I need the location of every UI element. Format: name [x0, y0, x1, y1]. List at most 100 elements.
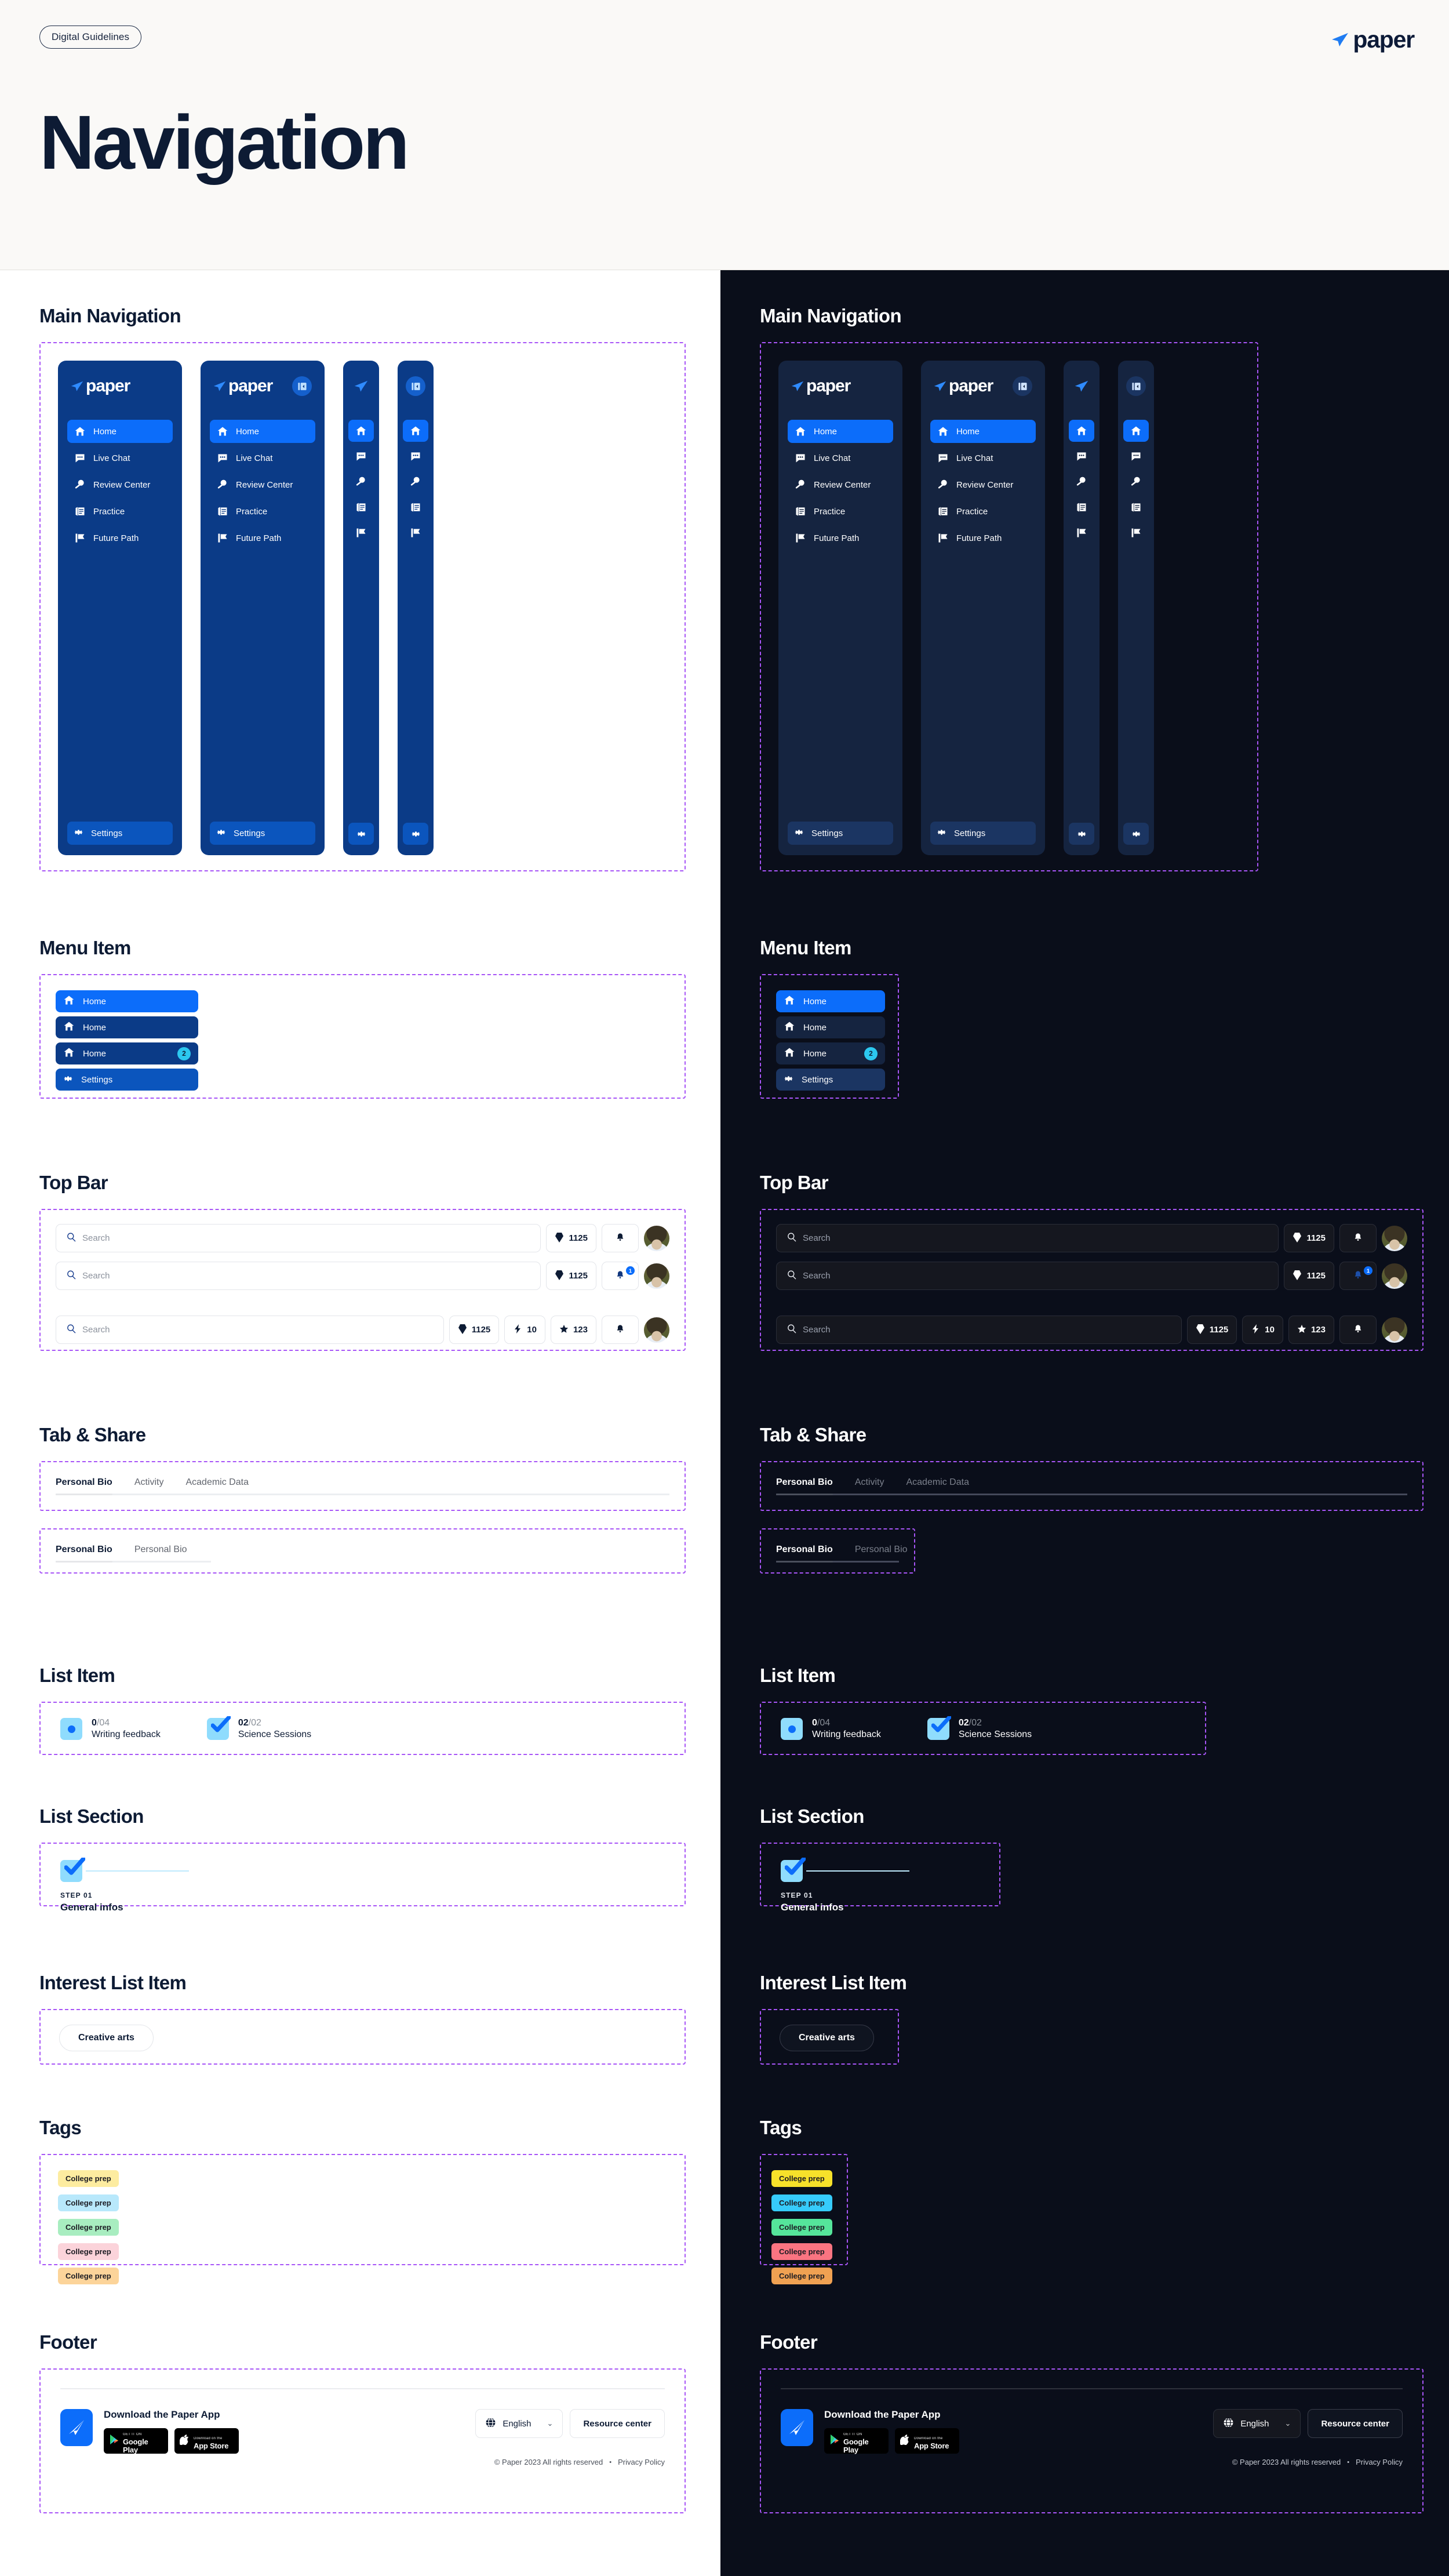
app-store-button[interactable]: Download on the App Store — [174, 2428, 239, 2454]
paper-plane-icon[interactable] — [354, 380, 368, 393]
resource-center-button[interactable]: Resource center — [570, 2409, 665, 2438]
sidebar-item-future-path[interactable]: Future Path — [788, 526, 893, 550]
search-input[interactable]: Search — [56, 1316, 444, 1344]
sidebar-item-home[interactable] — [1123, 420, 1149, 442]
sidebar-item-practice[interactable]: Practice — [788, 500, 893, 523]
tag-chip[interactable]: College prep — [771, 2170, 832, 2187]
sidebar-item-live-chat[interactable]: Live Chat — [788, 446, 893, 470]
sidebar-item-home[interactable]: Home — [930, 420, 1036, 443]
sidebar-item-practice[interactable]: Practice — [210, 500, 315, 523]
sidebar-settings-button[interactable] — [348, 823, 374, 845]
avatar[interactable] — [644, 1317, 669, 1343]
tag-chip[interactable]: College prep — [58, 2194, 119, 2211]
interest-pill[interactable]: Creative arts — [59, 2025, 154, 2051]
menu-item-home-badge[interactable]: Home 2 — [56, 1042, 198, 1064]
sidebar-brand[interactable]: paper — [791, 377, 851, 395]
app-store-button[interactable]: Download on the App Store — [895, 2428, 959, 2454]
sidebar-item-review-center[interactable]: Review Center — [210, 473, 315, 496]
sidebar-settings-button[interactable] — [1123, 823, 1149, 845]
tag-chip[interactable]: College prep — [58, 2219, 119, 2236]
sidebar-item-home[interactable] — [348, 420, 374, 442]
sidebar-item-live-chat[interactable] — [348, 445, 374, 467]
sidebar-item-live-chat[interactable]: Live Chat — [67, 446, 173, 470]
sidebar-item-future-path[interactable] — [348, 522, 374, 544]
sidebar-item-future-path[interactable]: Future Path — [210, 526, 315, 550]
gem-counter[interactable]: 1125 — [1186, 1316, 1237, 1344]
avatar[interactable] — [1382, 1263, 1407, 1289]
notification-button[interactable]: 1 — [602, 1262, 639, 1290]
sidebar-item-live-chat[interactable] — [1069, 445, 1094, 467]
sidebar-item-live-chat[interactable] — [1123, 445, 1149, 467]
tag-chip[interactable]: College prep — [771, 2268, 832, 2284]
sidebar-item-home[interactable] — [1069, 420, 1094, 442]
sidebar-settings-button[interactable] — [1069, 823, 1094, 845]
star-counter[interactable]: 123 — [550, 1316, 596, 1344]
panel-collapse-icon[interactable] — [1013, 376, 1032, 396]
sidebar-item-future-path[interactable]: Future Path — [67, 526, 173, 550]
tab-personal-bio-inactive[interactable]: Personal Bio — [855, 1545, 908, 1563]
avatar[interactable] — [1382, 1317, 1407, 1343]
tab-academic-data[interactable]: Academic Data — [906, 1477, 969, 1495]
sidebar-item-review-center[interactable] — [1123, 471, 1149, 493]
avatar[interactable] — [644, 1263, 669, 1289]
tab-activity[interactable]: Activity — [855, 1477, 884, 1495]
panel-collapse-icon[interactable] — [1126, 376, 1146, 396]
interest-pill[interactable]: Creative arts — [780, 2025, 874, 2051]
gem-counter[interactable]: 1125 — [546, 1224, 596, 1252]
menu-item-home-default[interactable]: Home — [776, 1016, 885, 1038]
sidebar-item-practice[interactable]: Practice — [67, 500, 173, 523]
search-input[interactable]: Search — [56, 1262, 541, 1290]
sidebar-item-review-center[interactable]: Review Center — [930, 473, 1036, 496]
menu-item-home-active[interactable]: Home — [56, 990, 198, 1012]
sidebar-item-live-chat[interactable] — [403, 445, 428, 467]
sidebar-item-future-path[interactable] — [1123, 522, 1149, 544]
avatar[interactable] — [1382, 1225, 1407, 1251]
sidebar-item-home[interactable]: Home — [210, 420, 315, 443]
search-input[interactable]: Search — [776, 1224, 1279, 1252]
menu-item-home-default[interactable]: Home — [56, 1016, 198, 1038]
sidebar-item-review-center[interactable]: Review Center — [67, 473, 173, 496]
sidebar-item-review-center[interactable] — [1069, 471, 1094, 493]
list-item[interactable]: 0/04 Writing feedback — [60, 1717, 161, 1741]
menu-item-settings[interactable]: Settings — [776, 1069, 885, 1091]
sidebar-brand[interactable]: paper — [71, 377, 130, 395]
paper-plane-icon[interactable] — [1075, 380, 1088, 393]
sidebar-item-home[interactable] — [403, 420, 428, 442]
tag-chip[interactable]: College prep — [771, 2219, 832, 2236]
tab-personal-bio-inactive[interactable]: Personal Bio — [134, 1545, 187, 1563]
sidebar-item-future-path[interactable] — [403, 522, 428, 544]
notification-button[interactable]: 1 — [1339, 1262, 1377, 1290]
tab-personal-bio[interactable]: Personal Bio — [56, 1545, 112, 1563]
panel-collapse-icon[interactable] — [292, 376, 312, 396]
sidebar-item-future-path[interactable] — [1069, 522, 1094, 544]
star-counter[interactable]: 123 — [1288, 1316, 1334, 1344]
menu-item-settings[interactable]: Settings — [56, 1069, 198, 1091]
notification-button[interactable] — [602, 1224, 639, 1252]
panel-collapse-icon[interactable] — [406, 376, 425, 396]
menu-item-home-active[interactable]: Home — [776, 990, 885, 1012]
sidebar-item-home[interactable]: Home — [67, 420, 173, 443]
search-input[interactable]: Search — [776, 1262, 1279, 1290]
tag-chip[interactable]: College prep — [58, 2170, 119, 2187]
search-input[interactable]: Search — [56, 1224, 541, 1252]
menu-item-home-badge[interactable]: Home 2 — [776, 1042, 885, 1064]
sidebar-item-future-path[interactable]: Future Path — [930, 526, 1036, 550]
sidebar-item-review-center[interactable] — [348, 471, 374, 493]
sidebar-item-practice[interactable] — [403, 496, 428, 518]
sidebar-item-home[interactable]: Home — [788, 420, 893, 443]
tag-chip[interactable]: College prep — [58, 2243, 119, 2260]
sidebar-settings-button[interactable]: Settings — [930, 822, 1036, 845]
sidebar-item-practice[interactable] — [1123, 496, 1149, 518]
privacy-policy-link[interactable]: Privacy Policy — [1356, 2458, 1403, 2466]
sidebar-item-practice[interactable] — [1069, 496, 1094, 518]
language-selector[interactable]: English ⌄ — [475, 2409, 563, 2438]
tab-personal-bio[interactable]: Personal Bio — [56, 1477, 112, 1495]
tab-activity[interactable]: Activity — [134, 1477, 164, 1495]
tag-chip[interactable]: College prep — [771, 2243, 832, 2260]
tab-personal-bio[interactable]: Personal Bio — [776, 1477, 833, 1495]
gem-counter[interactable]: 1125 — [546, 1262, 596, 1290]
list-item[interactable]: 02/02 Science Sessions — [206, 1716, 311, 1741]
sidebar-item-practice[interactable]: Practice — [930, 500, 1036, 523]
tab-personal-bio[interactable]: Personal Bio — [776, 1545, 833, 1563]
resource-center-button[interactable]: Resource center — [1308, 2409, 1403, 2438]
